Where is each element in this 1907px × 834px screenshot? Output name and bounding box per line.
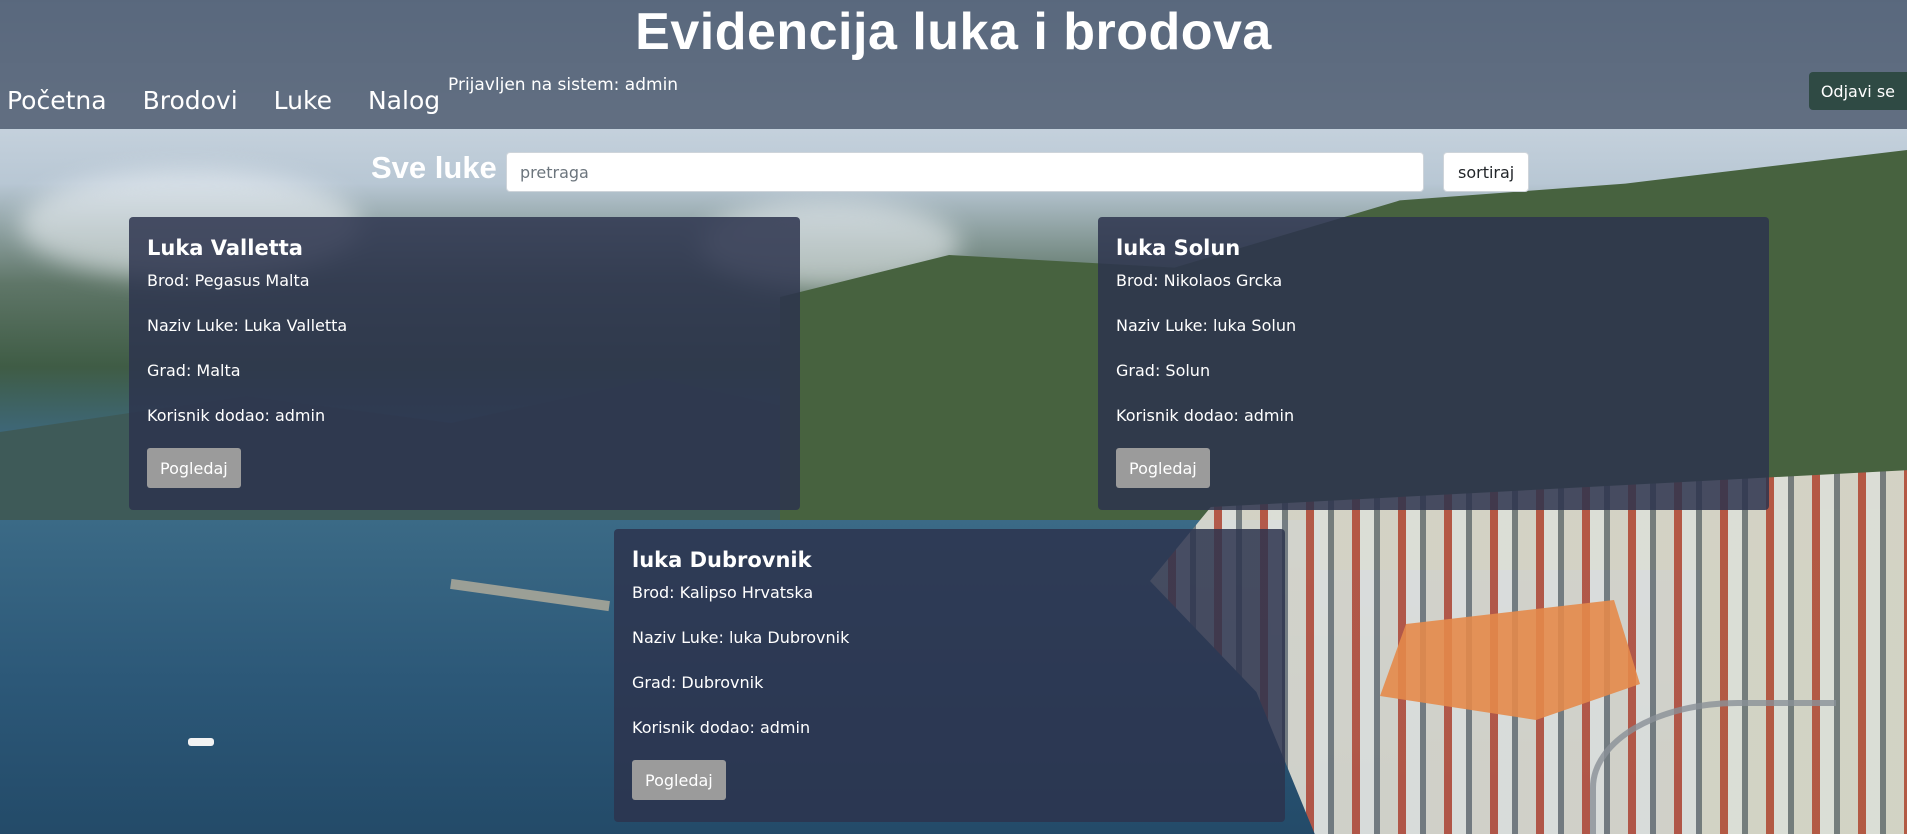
port-card-title: Luka Valletta	[147, 236, 303, 260]
port-city: Grad: Malta	[147, 361, 241, 380]
port-ship: Brod: Kalipso Hrvatska	[632, 583, 814, 602]
nav-link-luke[interactable]: Luke	[274, 86, 332, 115]
port-ship: Brod: Nikolaos Grcka	[1116, 271, 1283, 290]
view-button[interactable]: Pogledaj	[1116, 448, 1210, 488]
page: Evidencija luka i brodova Početna Brodov…	[0, 0, 1907, 834]
view-button[interactable]: Pogledaj	[632, 760, 726, 800]
port-card-title: luka Dubrovnik	[632, 548, 812, 572]
port-added-by: Korisnik dodao: admin	[147, 406, 326, 425]
site-header: Evidencija luka i brodova Početna Brodov…	[0, 0, 1907, 129]
main-nav: Početna Brodovi Luke Nalog	[7, 86, 440, 115]
search-input[interactable]	[506, 152, 1424, 192]
port-added-by: Korisnik dodao: admin	[1116, 406, 1295, 425]
port-city: Grad: Dubrovnik	[632, 673, 764, 692]
logged-in-status: Prijavljen na sistem: admin	[448, 75, 679, 95]
port-name: Naziv Luke: luka Dubrovnik	[632, 628, 850, 647]
nav-link-pocetna[interactable]: Početna	[7, 86, 107, 115]
port-card: luka Dubrovnik Brod: Kalipso Hrvatska Na…	[614, 529, 1285, 822]
nav-link-brodovi[interactable]: Brodovi	[143, 86, 238, 115]
port-card-title: luka Solun	[1116, 236, 1241, 260]
logout-button[interactable]: Odjavi se	[1808, 72, 1907, 110]
site-title: Evidencija luka i brodova	[635, 3, 1272, 61]
port-card: Luka Valletta Brod: Pegasus Malta Naziv …	[129, 217, 800, 510]
port-card: luka Solun Brod: Nikolaos Grcka Naziv Lu…	[1098, 217, 1769, 510]
port-added-by: Korisnik dodao: admin	[632, 718, 811, 737]
sort-button[interactable]: sortiraj	[1443, 152, 1530, 192]
port-name: Naziv Luke: Luka Valletta	[147, 316, 348, 335]
section-title: Sve luke	[371, 150, 497, 185]
port-ship: Brod: Pegasus Malta	[147, 271, 310, 290]
boat	[188, 738, 214, 746]
port-city: Grad: Solun	[1116, 361, 1211, 380]
port-name: Naziv Luke: luka Solun	[1116, 316, 1297, 335]
view-button[interactable]: Pogledaj	[147, 448, 241, 488]
nav-link-nalog[interactable]: Nalog	[368, 86, 440, 115]
